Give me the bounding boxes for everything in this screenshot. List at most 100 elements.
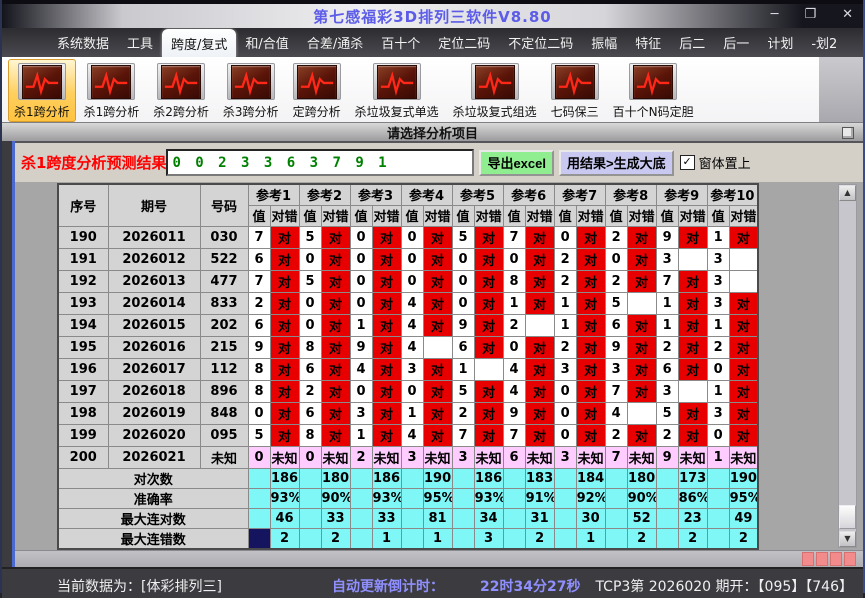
scroll-up-icon[interactable]: ▲ — [839, 185, 856, 201]
cell-value[interactable]: 0 — [451, 269, 475, 293]
cell-value[interactable]: 9 — [247, 335, 271, 359]
cell-mark[interactable]: 对 — [626, 357, 657, 381]
summary-spacer-cell[interactable] — [655, 527, 679, 549]
summary-spacer-cell[interactable] — [502, 527, 526, 549]
cell-value[interactable]: 1 — [553, 291, 577, 315]
summary-value[interactable]: 34 — [473, 507, 504, 529]
summary-value[interactable]: 86% — [677, 487, 708, 509]
summary-value[interactable]: 2 — [728, 527, 759, 549]
cell-value[interactable]: 7 — [502, 225, 526, 249]
cell-mark[interactable]: 对 — [269, 335, 300, 359]
cell-mark[interactable]: 对 — [473, 423, 504, 447]
cell-value[interactable]: 5 — [451, 379, 475, 403]
cell-mark[interactable]: 对 — [269, 269, 300, 293]
cell-mark[interactable]: 对 — [269, 247, 300, 271]
cell-code[interactable]: 未知 — [199, 445, 249, 469]
cell-mark[interactable]: 对 — [524, 379, 555, 403]
cell-mark[interactable]: 未知 — [524, 445, 555, 469]
cell-mark[interactable]: 对 — [371, 291, 402, 315]
cell-mark[interactable]: 对 — [269, 225, 300, 249]
cell-value[interactable]: 4 — [349, 357, 373, 381]
cell-value[interactable]: 0 — [706, 423, 730, 447]
cell-mark[interactable]: 对 — [524, 225, 555, 249]
cell-value[interactable]: 6 — [247, 313, 271, 337]
summary-value[interactable]: 186 — [473, 467, 504, 489]
cell-mark[interactable]: 对 — [575, 423, 606, 447]
cell-mark[interactable]: 对 — [422, 401, 453, 425]
cell-value[interactable]: 5 — [298, 269, 322, 293]
summary-spacer-cell[interactable] — [604, 467, 628, 489]
cell-period[interactable]: 2026018 — [107, 379, 201, 403]
cell-period[interactable]: 2026021 — [107, 445, 201, 469]
cell-period[interactable]: 2026012 — [107, 247, 201, 271]
cell-period[interactable]: 2026011 — [107, 225, 201, 249]
cell-mark[interactable]: 对 — [626, 335, 657, 359]
cell-code[interactable]: 833 — [199, 291, 249, 315]
cell-value[interactable]: 3 — [400, 357, 424, 381]
cell-value[interactable]: 0 — [400, 379, 424, 403]
cell-mark[interactable]: 对 — [677, 357, 708, 381]
cell-mark[interactable] — [473, 357, 504, 381]
cell-period[interactable]: 2026016 — [107, 335, 201, 359]
menu-item[interactable]: 定位二码 — [429, 28, 499, 57]
cell-value[interactable]: 2 — [553, 335, 577, 359]
summary-spacer-cell[interactable] — [655, 467, 679, 489]
cell-period[interactable]: 2026015 — [107, 313, 201, 337]
summary-spacer-cell[interactable] — [451, 527, 475, 549]
summary-spacer-cell[interactable] — [502, 487, 526, 509]
cell-value[interactable]: 3 — [349, 401, 373, 425]
cell-mark[interactable]: 对 — [422, 291, 453, 315]
summary-spacer-cell[interactable] — [349, 467, 373, 489]
cell-value[interactable]: 2 — [502, 313, 526, 337]
cell-value[interactable]: 0 — [604, 247, 628, 271]
cell-mark[interactable]: 对 — [422, 225, 453, 249]
cell-code[interactable]: 095 — [199, 423, 249, 447]
cell-mark[interactable]: 未知 — [371, 445, 402, 469]
menu-item[interactable]: 振幅 — [582, 28, 626, 57]
cell-mark[interactable] — [728, 269, 759, 293]
summary-spacer-cell[interactable] — [349, 527, 373, 549]
cell-seq[interactable]: 194 — [57, 313, 109, 337]
cell-seq[interactable]: 190 — [57, 225, 109, 249]
menu-item[interactable]: 百十个 — [372, 28, 429, 57]
topmost-checkbox[interactable]: ✓ — [679, 155, 695, 170]
cell-mark[interactable]: 对 — [473, 335, 504, 359]
cell-mark[interactable]: 对 — [677, 423, 708, 447]
summary-spacer-cell[interactable] — [400, 487, 424, 509]
cell-mark[interactable]: 对 — [269, 313, 300, 337]
cell-value[interactable]: 0 — [298, 247, 322, 271]
cell-mark[interactable]: 对 — [422, 269, 453, 293]
cell-mark[interactable]: 对 — [575, 269, 606, 293]
cell-mark[interactable]: 对 — [524, 269, 555, 293]
cell-value[interactable]: 1 — [706, 313, 730, 337]
cell-mark[interactable]: 未知 — [626, 445, 657, 469]
cell-mark[interactable]: 未知 — [422, 445, 453, 469]
cell-value[interactable]: 1 — [706, 445, 730, 469]
cell-code[interactable]: 215 — [199, 335, 249, 359]
cell-mark[interactable]: 对 — [320, 225, 351, 249]
summary-spacer-cell[interactable] — [451, 507, 475, 529]
cell-mark[interactable]: 对 — [320, 247, 351, 271]
cell-value[interactable]: 0 — [553, 379, 577, 403]
cell-mark[interactable]: 对 — [320, 291, 351, 315]
cell-value[interactable]: 1 — [655, 291, 679, 315]
cell-mark[interactable]: 未知 — [728, 445, 759, 469]
summary-value[interactable]: 1 — [371, 527, 402, 549]
cell-mark[interactable]: 未知 — [269, 445, 300, 469]
cell-value[interactable]: 3 — [400, 445, 424, 469]
summary-spacer-cell[interactable] — [298, 527, 322, 549]
cell-seq[interactable]: 193 — [57, 291, 109, 315]
summary-value[interactable]: 1 — [422, 527, 453, 549]
cell-mark[interactable]: 对 — [473, 247, 504, 271]
summary-spacer-cell[interactable] — [247, 527, 271, 549]
cell-mark[interactable]: 对 — [473, 269, 504, 293]
summary-value[interactable]: 3 — [473, 527, 504, 549]
cell-mark[interactable]: 对 — [524, 423, 555, 447]
cell-value[interactable]: 0 — [349, 379, 373, 403]
summary-value[interactable]: 2 — [269, 527, 300, 549]
cell-value[interactable]: 7 — [247, 225, 271, 249]
cell-mark[interactable]: 对 — [677, 269, 708, 293]
scrollbar-track[interactable] — [839, 201, 856, 531]
cell-mark[interactable]: 对 — [320, 335, 351, 359]
cell-mark[interactable]: 对 — [728, 335, 759, 359]
